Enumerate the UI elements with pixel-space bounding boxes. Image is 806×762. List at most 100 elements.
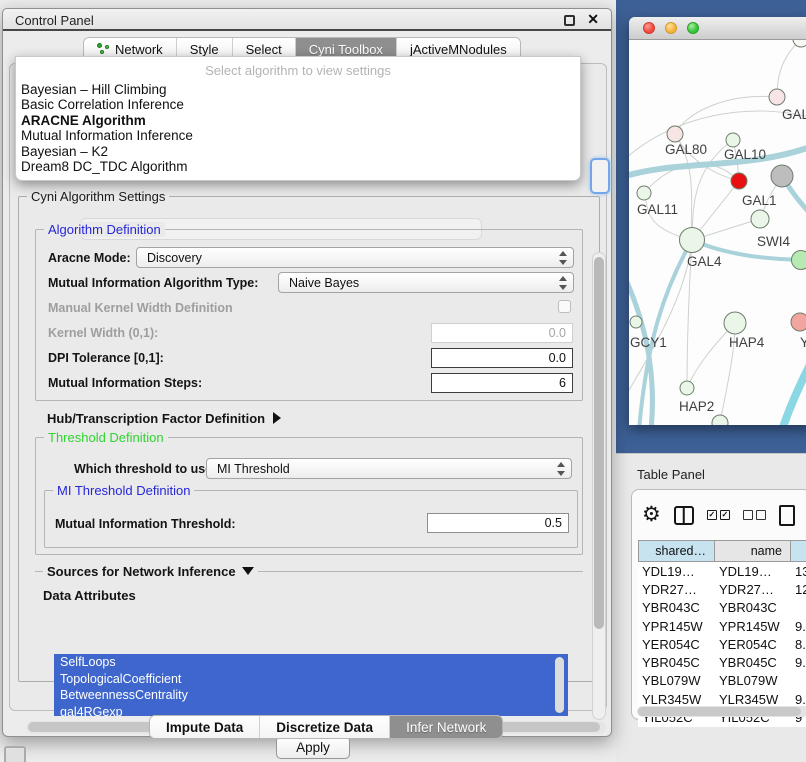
network-node-gal11[interactable] [637, 186, 651, 200]
algorithm-dropdown-list: Bayesian – Hill ClimbingBasic Correlatio… [16, 82, 580, 174]
table-cell: YDR27… [715, 582, 791, 597]
manual-kernel-width-checkbox[interactable] [558, 300, 571, 313]
apply-button[interactable]: Apply [276, 736, 350, 759]
mi-threshold-input[interactable]: 0.5 [427, 513, 569, 533]
checked-pair-icon[interactable]: ✓✓ [707, 510, 730, 520]
network-node-hap4[interactable] [724, 312, 746, 334]
stepper-arrows-icon [558, 251, 568, 265]
table-horizontal-scrollbar-thumb[interactable] [638, 707, 801, 716]
tab-label: Select [246, 42, 282, 57]
network-canvas[interactable]: GALGAL80GAL10GAL1GAL11GAL4SWI4GCY1HAP4YH… [629, 40, 806, 425]
table-cell: 13 [791, 564, 806, 579]
table-row[interactable]: YBL079WYBL079W [638, 672, 806, 690]
control-panel-titlebar[interactable]: Control Panel ✕ [3, 9, 611, 31]
sources-title: Sources for Network Inference [47, 564, 236, 579]
table-header-row: shared…name [638, 540, 806, 562]
column-header-name[interactable]: name [715, 540, 791, 562]
inference-algorithm-combo-fragment[interactable] [590, 158, 610, 194]
network-node-gal80[interactable] [667, 126, 683, 142]
mi-algorithm-type-label: Mutual Information Algorithm Type: [48, 276, 258, 290]
network-node-hap2[interactable] [680, 381, 694, 395]
node-label-gal1: GAL1 [742, 193, 777, 208]
table-container: ⚙✓✓ shared…name YDL19…YDL19…13YDR27…YDR2… [631, 489, 806, 720]
network-window-titlebar[interactable] [629, 17, 806, 40]
which-threshold-select[interactable]: MI Threshold [206, 458, 572, 479]
network-edge [687, 323, 735, 388]
network-node-gcy1[interactable] [630, 316, 642, 328]
aracne-mode-value: Discovery [147, 251, 202, 265]
algorithm-option-dream8-dc-tdc-algorithm[interactable]: Dream8 DC_TDC Algorithm [16, 159, 580, 174]
column-header-extra[interactable] [791, 540, 806, 562]
tab-label: Style [190, 42, 219, 57]
node-label-gal10: GAL10 [724, 147, 766, 162]
algorithm-definition-group: Algorithm Definition Aracne Mode: Discov… [35, 229, 583, 401]
attribute-item-betweennesscentrality[interactable]: BetweennessCentrality [54, 687, 568, 704]
cyni-algorithm-settings-group: Cyni Algorithm Settings Algorithm Defini… [18, 196, 600, 682]
attribute-list-scrollbar-thumb[interactable] [555, 657, 564, 713]
network-node[interactable] [731, 173, 747, 189]
network-node[interactable] [712, 415, 728, 425]
zoom-traffic-light[interactable] [687, 22, 699, 34]
data-attributes-label: Data Attributes [43, 588, 136, 603]
algorithm-option-basic-correlation-inference[interactable]: Basic Correlation Inference [16, 97, 580, 112]
table-toolbar: ⚙ ✓✓ [642, 500, 795, 530]
table-cell: YLR345W [715, 692, 791, 707]
network-node-gal1[interactable] [751, 210, 769, 228]
mi-algorithm-type-select[interactable]: Naive Bayes [278, 272, 574, 293]
table-row[interactable]: YER054CYER054C8. [638, 635, 806, 653]
dpi-tolerance-input[interactable]: 0.0 [431, 348, 573, 368]
network-node-gal[interactable] [769, 89, 785, 105]
hub-tf-definition-toggle[interactable]: Hub/Transcription Factor Definition [47, 411, 281, 426]
attribute-item-selfloops[interactable]: SelfLoops [54, 654, 568, 671]
mi-threshold-label: Mutual Information Threshold: [55, 517, 236, 531]
stepper-arrows-icon [556, 462, 566, 476]
tab-label: Network [115, 42, 163, 57]
close-traffic-light[interactable] [643, 22, 655, 34]
table-row[interactable]: YBR043CYBR043C [638, 599, 806, 617]
columns-icon[interactable] [674, 506, 694, 525]
bottom-tab-discretize-data[interactable]: Discretize Data [260, 716, 390, 738]
float-window-button[interactable] [564, 15, 575, 26]
close-window-button[interactable]: ✕ [587, 11, 599, 28]
algorithm-option-aracne-algorithm[interactable]: ARACNE Algorithm [16, 113, 580, 128]
network-view-window: GALGAL80GAL10GAL1GAL11GAL4SWI4GCY1HAP4YH… [629, 17, 806, 425]
aracne-mode-select[interactable]: Discovery [136, 247, 574, 268]
bottom-tab-infer-network[interactable]: Infer Network [390, 716, 502, 738]
gear-icon[interactable]: ⚙ [642, 505, 661, 525]
sources-toggle[interactable]: Sources for Network Inference [43, 564, 258, 579]
aracne-mode-label: Aracne Mode: [48, 251, 131, 265]
table-row[interactable]: YDR27…YDR27…12 [638, 580, 806, 598]
bottom-tab-impute-data[interactable]: Impute Data [150, 716, 260, 738]
network-node-gal10[interactable] [726, 133, 740, 147]
unchecked-pair-icon[interactable] [743, 510, 766, 520]
settings-vertical-scrollbar[interactable] [592, 252, 606, 720]
network-node-y[interactable] [791, 313, 806, 331]
taskbar-stub-icon[interactable] [4, 746, 26, 762]
network-node-swi4[interactable] [792, 251, 806, 270]
algorithm-option-bayesian-hill-climbing[interactable]: Bayesian – Hill Climbing [16, 82, 580, 97]
mi-algorithm-type-value: Naive Bayes [289, 276, 359, 290]
tab-label: Cyni Toolbox [309, 42, 383, 57]
table-row[interactable]: YPR145WYPR145W9. [638, 617, 806, 635]
mi-steps-input[interactable]: 6 [431, 373, 573, 393]
settings-vertical-scrollbar-thumb[interactable] [594, 257, 604, 629]
column-header-shared[interactable]: shared… [638, 540, 715, 562]
network-node[interactable] [771, 165, 793, 187]
network-edge [777, 40, 801, 97]
kernel-width-input[interactable]: 0.0 [431, 323, 573, 343]
minimize-traffic-light[interactable] [665, 22, 677, 34]
table-cell: YDL19… [638, 564, 715, 579]
algorithm-option-mutual-information-inference[interactable]: Mutual Information Inference [16, 128, 580, 143]
dpi-tolerance-label: DPI Tolerance [0,1]: [48, 351, 164, 365]
algorithm-option-bayesian-k2[interactable]: Bayesian – K2 [16, 144, 580, 159]
table-row[interactable]: YDL19…YDL19…13 [638, 562, 806, 580]
network-node-gal4[interactable] [680, 228, 705, 253]
table-cell: YPR145W [715, 619, 791, 634]
node-label-gcy1: GCY1 [630, 335, 667, 350]
table-cell: YER054C [638, 637, 715, 652]
table-row[interactable]: YBR045CYBR045C9. [638, 653, 806, 671]
file-icon[interactable] [779, 505, 795, 526]
network-icon [97, 43, 110, 55]
table-horizontal-scrollbar[interactable] [637, 706, 806, 717]
attribute-item-topologicalcoefficient[interactable]: TopologicalCoefficient [54, 671, 568, 688]
